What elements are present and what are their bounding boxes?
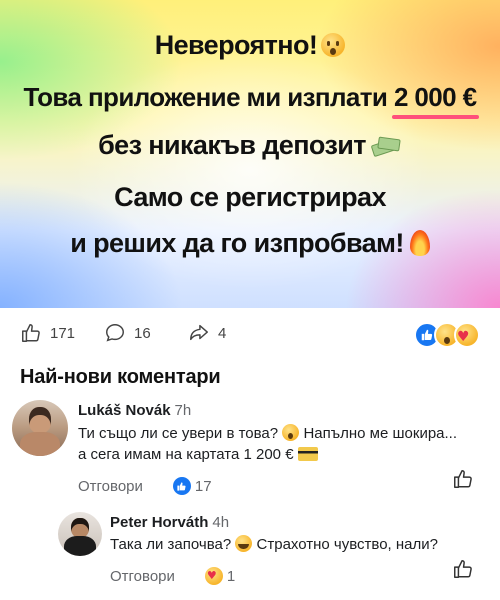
comment-text: Ти също ли се увери в това? Напълно ме ш… — [78, 423, 478, 465]
comment-stat[interactable]: 16 — [104, 322, 151, 344]
comment-author[interactable]: Lukáš Novák — [78, 402, 171, 419]
like-reaction-icon — [172, 477, 191, 495]
banner-line-5-text: и реших да го изпробвам! — [70, 228, 404, 258]
like-count: 171 — [50, 324, 76, 342]
share-count: 4 — [218, 324, 227, 342]
banner-line-1: Невероятно! — [0, 30, 500, 61]
money-with-wings-icon — [370, 136, 402, 158]
comment-actions: Отговори 17 — [78, 477, 478, 495]
comment-body: Lukáš Novák 7h Ти също ли се увери в това… — [78, 402, 478, 495]
banner-line-5: и реших да го изпробвам! — [0, 228, 500, 259]
credit-card-icon — [297, 447, 318, 461]
reply-button[interactable]: Отговори — [110, 568, 175, 585]
thumbs-up-icon — [454, 560, 472, 578]
comments-section-title: Най-нови коментари — [20, 366, 221, 388]
comment-text-part: Така ли започва? — [110, 536, 232, 553]
banner-line-3: без никакъв депозит — [0, 130, 500, 161]
comment-reactions[interactable]: 1 — [204, 567, 236, 585]
astonished-face-icon — [321, 33, 346, 57]
comment-author[interactable]: Peter Horváth — [110, 514, 208, 531]
fire-icon — [409, 230, 430, 256]
banner-line-2: Това приложение ми изплати 2 000 € — [0, 82, 500, 119]
comment-count: 16 — [134, 324, 151, 342]
banner-line-3-text: без никакъв депозит — [98, 130, 366, 160]
comment-bubble-icon — [106, 324, 124, 342]
comment-header: Peter Horváth 4h — [110, 514, 480, 532]
avatar[interactable] — [58, 512, 102, 556]
comment-body: Peter Horváth 4h Така ли започва? Страхот… — [110, 514, 480, 585]
reply-button[interactable]: Отговори — [78, 478, 143, 495]
comment-reactions[interactable]: 17 — [172, 477, 212, 495]
comment-text-part: а сега имам на картата 1 200 € — [78, 446, 294, 463]
banner-line-2-text: Това приложение ми изплати — [23, 82, 388, 112]
comment-text-part: Напълно ме шокира... — [303, 425, 458, 442]
care-reaction-icon — [454, 322, 480, 348]
astonished-face-icon — [282, 424, 300, 441]
share-stat[interactable]: 4 — [188, 322, 226, 344]
avatar[interactable] — [12, 400, 68, 456]
comment-text-part: Страхотно чувство, нали? — [256, 536, 438, 553]
comment-like-button[interactable] — [452, 468, 474, 495]
comment-like-button[interactable] — [452, 558, 474, 585]
comment-text-part: Ти също ли се увери в това? — [78, 425, 279, 442]
comment-text: Така ли започва? Страхотно чувство, нали… — [110, 534, 480, 555]
post-banner: Невероятно! Това приложение ми изплати 2… — [0, 0, 500, 308]
grinning-face-icon — [235, 535, 253, 552]
comment-actions: Отговори 1 — [110, 567, 480, 585]
comment-reaction-count: 1 — [226, 567, 236, 585]
share-arrow-icon — [190, 324, 208, 341]
post-stats: 171 16 4 — [20, 322, 480, 350]
banner-line-4-text: Само се регистрирах — [114, 182, 386, 212]
thumbs-up-icon — [454, 470, 472, 488]
banner-headline: Невероятно! — [154, 30, 318, 60]
banner-line-4: Само се регистрирах — [0, 182, 500, 213]
thumbs-up-icon — [22, 324, 40, 342]
care-reaction-icon — [204, 567, 223, 585]
comment-time: 4h — [212, 514, 230, 531]
comment-header: Lukáš Novák 7h — [78, 402, 478, 420]
comment-time: 7h — [174, 402, 192, 419]
banner-amount: 2 000 € — [391, 82, 479, 119]
like-stat[interactable]: 171 — [20, 322, 75, 344]
reaction-summary[interactable] — [414, 322, 480, 348]
comment-reaction-count: 17 — [194, 477, 212, 495]
